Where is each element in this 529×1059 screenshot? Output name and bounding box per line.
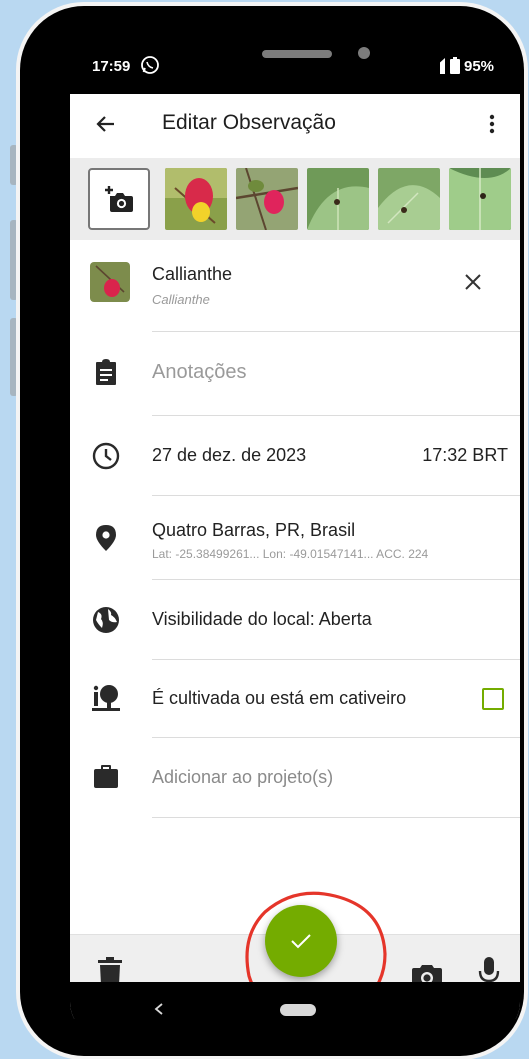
observation-time[interactable]: 17:32 BRT	[422, 445, 508, 466]
toolbar: Editar Observação	[70, 94, 520, 158]
projects-row[interactable]: Adicionar ao projeto(s)	[70, 738, 520, 818]
captive-checkbox[interactable]	[482, 688, 504, 710]
location-row[interactable]: Quatro Barras, PR, Brasil Lat: -25.38499…	[70, 496, 520, 580]
nav-back-icon[interactable]	[152, 1002, 166, 1016]
volume-down-button	[10, 220, 18, 300]
visibility-label: Visibilidade do local: Aberta	[152, 609, 372, 629]
volume-up-button	[10, 145, 18, 185]
photo-thumbnail[interactable]	[449, 168, 511, 230]
photo-thumbnail[interactable]	[236, 168, 298, 230]
battery-icon	[450, 57, 460, 74]
speaker-grille	[262, 50, 332, 58]
arrow-left-icon[interactable]	[94, 112, 118, 136]
status-time: 17:59	[92, 58, 131, 75]
whatsapp-icon	[141, 56, 159, 74]
photo-thumbnail[interactable]	[307, 168, 369, 230]
divider	[152, 817, 520, 818]
front-camera	[358, 47, 370, 59]
location-place: Quatro Barras, PR, Brasil	[152, 520, 356, 540]
datetime-row[interactable]: 27 de dez. de 2023 17:32 BRT	[70, 416, 520, 496]
add-photo-icon	[105, 186, 133, 212]
battery-level: 95%	[464, 58, 495, 75]
system-nav-bar	[70, 982, 520, 1038]
observation-date[interactable]: 27 de dez. de 2023	[152, 445, 306, 466]
nav-home-pill[interactable]	[280, 1004, 316, 1016]
clock-icon	[92, 442, 120, 470]
visibility-row[interactable]: Visibilidade do local: Aberta	[70, 580, 520, 660]
location-coordinates: Lat: -25.38499261... Lon: -49.01547141..…	[152, 547, 429, 561]
check-icon	[291, 934, 311, 949]
close-icon[interactable]	[462, 271, 484, 293]
species-common-name: Callianthe	[152, 264, 233, 284]
page-title: Editar Observação	[162, 111, 336, 134]
phone-screen: 17:59 95% Editar Observação Callianthe C…	[70, 38, 520, 1038]
photo-strip	[70, 158, 520, 240]
clipboard-icon	[96, 359, 116, 385]
photo-thumbnail[interactable]	[165, 168, 227, 230]
notes-input[interactable]: Anotações	[152, 361, 247, 384]
captive-row[interactable]: É cultivada ou está em cativeiro	[70, 660, 520, 738]
briefcase-icon	[94, 765, 118, 788]
save-fab-button[interactable]	[265, 905, 337, 977]
species-row[interactable]: Callianthe Callianthe	[70, 240, 520, 332]
species-scientific-name: Callianthe	[152, 292, 210, 307]
captive-plant-icon	[92, 685, 120, 711]
power-button	[10, 318, 18, 396]
globe-icon	[93, 607, 119, 633]
phone-frame: 17:59 95% Editar Observação Callianthe C…	[20, 6, 524, 1056]
species-thumbnail	[90, 262, 130, 302]
add-photo-button[interactable]	[88, 168, 150, 230]
notes-row[interactable]: Anotações	[70, 332, 520, 416]
map-pin-icon	[96, 525, 116, 551]
projects-input[interactable]: Adicionar ao projeto(s)	[152, 767, 333, 788]
captive-label: É cultivada ou está em cativeiro	[152, 688, 407, 708]
photo-thumbnail[interactable]	[378, 168, 440, 230]
more-vert-icon[interactable]	[480, 112, 504, 136]
edit-observation-screen: Editar Observação Callianthe Callianthe …	[70, 94, 520, 1034]
